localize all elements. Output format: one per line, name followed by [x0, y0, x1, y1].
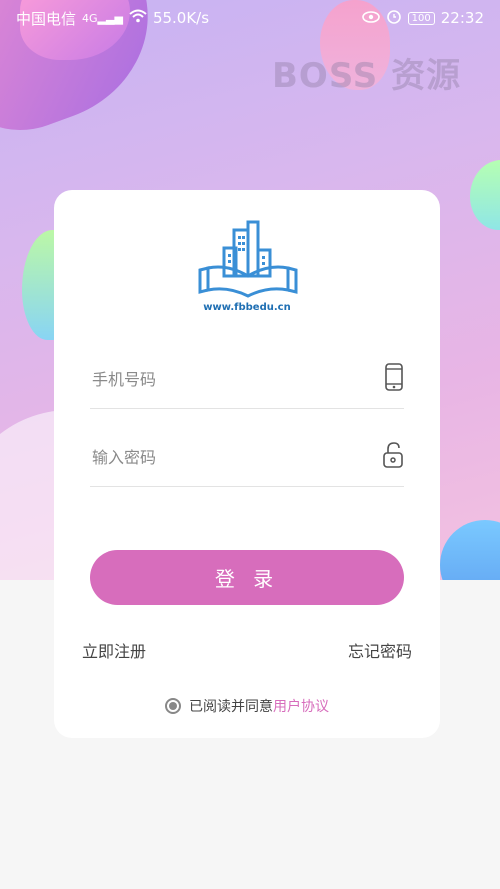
status-bar: 中国电信 4G▂▃▅ 55.0K/s 100 22:32: [0, 0, 500, 36]
forgot-password-link[interactable]: 忘记密码: [348, 638, 412, 662]
agree-radio[interactable]: [165, 698, 181, 714]
radio-icon: [169, 702, 177, 710]
login-card: www.fbbedu.cn 登 录 立即注册 忘记密码 已阅读并同意用户协议: [54, 190, 440, 738]
lock-icon: [382, 441, 404, 473]
password-field: [90, 428, 404, 487]
battery-icon: 100: [407, 11, 435, 25]
login-button[interactable]: 登 录: [90, 550, 404, 605]
phone-input[interactable]: [90, 368, 354, 390]
decor-blob: [440, 520, 500, 580]
agreement-row: 已阅读并同意用户协议: [54, 696, 440, 716]
register-link[interactable]: 立即注册: [82, 638, 146, 662]
decor-blob: [470, 160, 500, 230]
time-label: 22:32: [440, 9, 484, 27]
watermark: BOSS 资源: [272, 56, 462, 96]
user-protocol-link[interactable]: 用户协议: [273, 699, 329, 715]
agree-text: 已阅读并同意: [189, 699, 273, 715]
signal-icon: 4G▂▃▅: [82, 11, 123, 25]
logo-url: www.fbbedu.cn: [203, 302, 291, 313]
password-input[interactable]: [90, 446, 354, 468]
phone-icon: [384, 362, 404, 396]
carrier-label: 中国电信: [16, 9, 77, 28]
network-speed: 55.0K/s: [152, 9, 210, 27]
book-city-logo: [198, 220, 298, 298]
wifi-icon: [129, 9, 147, 27]
alarm-icon: [386, 8, 402, 28]
eye-icon: [361, 9, 380, 27]
phone-field: [90, 350, 404, 409]
